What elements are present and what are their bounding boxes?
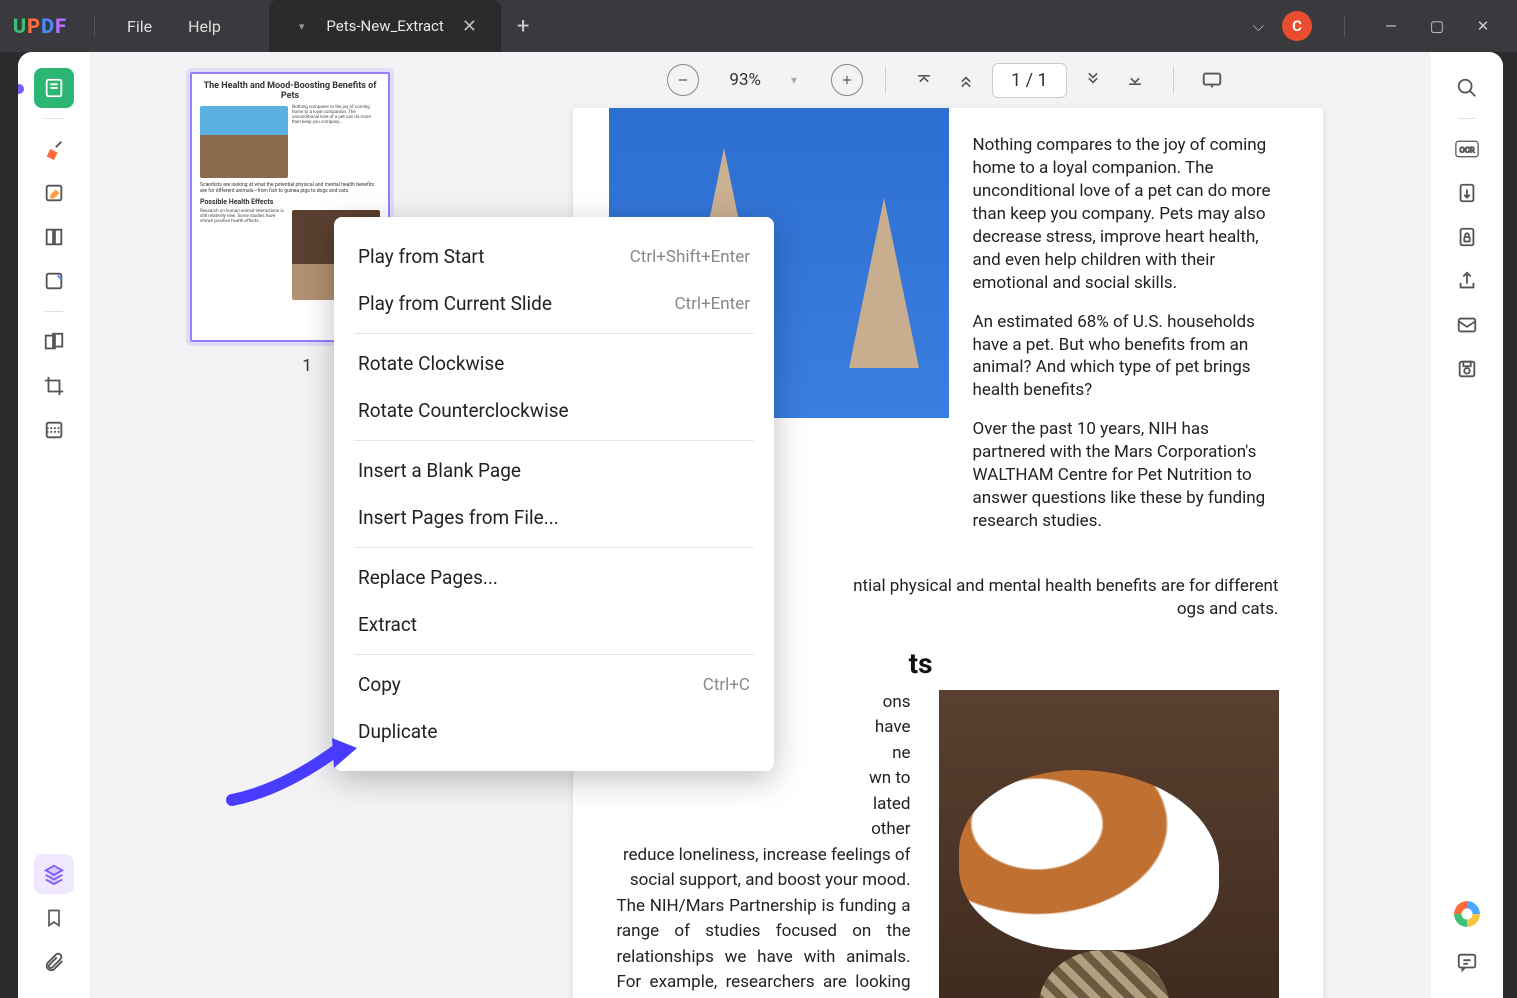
prev-page-button[interactable]: [950, 64, 982, 96]
menu-play-from-start[interactable]: Play from Start Ctrl+Shift+Enter: [334, 233, 774, 280]
page-indicator[interactable]: 1 / 1: [992, 63, 1067, 98]
menu-rotate-counterclockwise[interactable]: Rotate Counterclockwise: [334, 387, 774, 434]
form-tool-button[interactable]: [34, 261, 74, 301]
menu-rotate-clockwise[interactable]: Rotate Clockwise: [334, 340, 774, 387]
reader-mode-button[interactable]: [34, 68, 74, 108]
tab-bar: ▾ Pets-New_Extract ✕ +: [269, 0, 530, 52]
menu-file[interactable]: File: [109, 17, 170, 36]
organize-pages-button[interactable]: [34, 322, 74, 362]
zoom-out-button[interactable]: [667, 64, 699, 96]
maximize-button[interactable]: ▢: [1423, 17, 1451, 35]
first-page-button[interactable]: [908, 64, 940, 96]
convert-button[interactable]: [1447, 173, 1487, 213]
context-menu: Play from Start Ctrl+Shift+Enter Play fr…: [334, 217, 774, 771]
document-tab[interactable]: ▾ Pets-New_Extract ✕: [269, 0, 501, 52]
menu-extract[interactable]: Extract: [334, 601, 774, 648]
shortcut-label: Ctrl+Enter: [674, 294, 750, 314]
search-button[interactable]: [1447, 68, 1487, 108]
right-toolbar: OCR: [1431, 52, 1503, 998]
titlebar: UPDF File Help ▾ Pets-New_Extract ✕ + ⌵ …: [0, 0, 1517, 52]
thumb-title: The Health and Mood-Boosting Benefits of…: [200, 82, 380, 102]
menu-replace-pages[interactable]: Replace Pages...: [334, 554, 774, 601]
menu-insert-blank-page[interactable]: Insert a Blank Page: [334, 447, 774, 494]
doc-text-block: Nothing compares to the joy of coming ho…: [973, 108, 1279, 549]
chat-button[interactable]: [1447, 942, 1487, 982]
save-button[interactable]: [1447, 349, 1487, 389]
app-body: The Health and Mood-Boosting Benefits of…: [18, 52, 1503, 998]
minimize-button[interactable]: —: [1377, 17, 1405, 35]
dropdown-icon[interactable]: ⌵: [1253, 17, 1264, 35]
close-window-button[interactable]: ✕: [1469, 17, 1497, 35]
email-button[interactable]: [1447, 305, 1487, 345]
view-toolbar: 93% ▾ 1 / 1: [464, 52, 1431, 108]
shortcut-label: Ctrl+Shift+Enter: [630, 247, 750, 267]
user-avatar[interactable]: C: [1282, 11, 1312, 41]
svg-text:OCR: OCR: [1459, 145, 1474, 154]
bookmark-button[interactable]: [34, 898, 74, 938]
layers-button[interactable]: [34, 854, 74, 894]
doc-image-dog: [939, 690, 1279, 998]
ai-assistant-button[interactable]: [1447, 894, 1487, 934]
new-tab-button[interactable]: +: [517, 14, 529, 39]
pointer-arrow-icon: [222, 730, 362, 814]
zoom-caret-icon[interactable]: ▾: [791, 73, 797, 87]
shortcut-label: Ctrl+C: [703, 675, 750, 695]
app-logo: UPDF: [0, 14, 80, 38]
zoom-level[interactable]: 93%: [709, 70, 781, 90]
tab-close-icon[interactable]: ✕: [456, 16, 483, 37]
protect-button[interactable]: [1447, 217, 1487, 257]
edit-tool-button[interactable]: [34, 173, 74, 213]
menu-help[interactable]: Help: [170, 17, 239, 36]
menu-insert-from-file[interactable]: Insert Pages from File...: [334, 494, 774, 541]
comment-tool-button[interactable]: [34, 129, 74, 169]
redact-tool-button[interactable]: [34, 410, 74, 450]
next-page-button[interactable]: [1077, 64, 1109, 96]
crop-tool-button[interactable]: [34, 366, 74, 406]
ocr-button[interactable]: OCR: [1447, 129, 1487, 169]
presentation-button[interactable]: [1196, 64, 1228, 96]
attachment-button[interactable]: [34, 942, 74, 982]
tab-caret-icon[interactable]: ▾: [299, 20, 305, 33]
menu-copy[interactable]: Copy Ctrl+C: [334, 661, 774, 708]
page-organize-button[interactable]: [34, 217, 74, 257]
left-toolbar: [18, 52, 90, 998]
menu-play-from-current[interactable]: Play from Current Slide Ctrl+Enter: [334, 280, 774, 327]
last-page-button[interactable]: [1119, 64, 1151, 96]
share-button[interactable]: [1447, 261, 1487, 301]
zoom-in-button[interactable]: [831, 64, 863, 96]
menu-duplicate[interactable]: Duplicate: [334, 708, 774, 755]
tab-title: Pets-New_Extract: [326, 17, 443, 35]
